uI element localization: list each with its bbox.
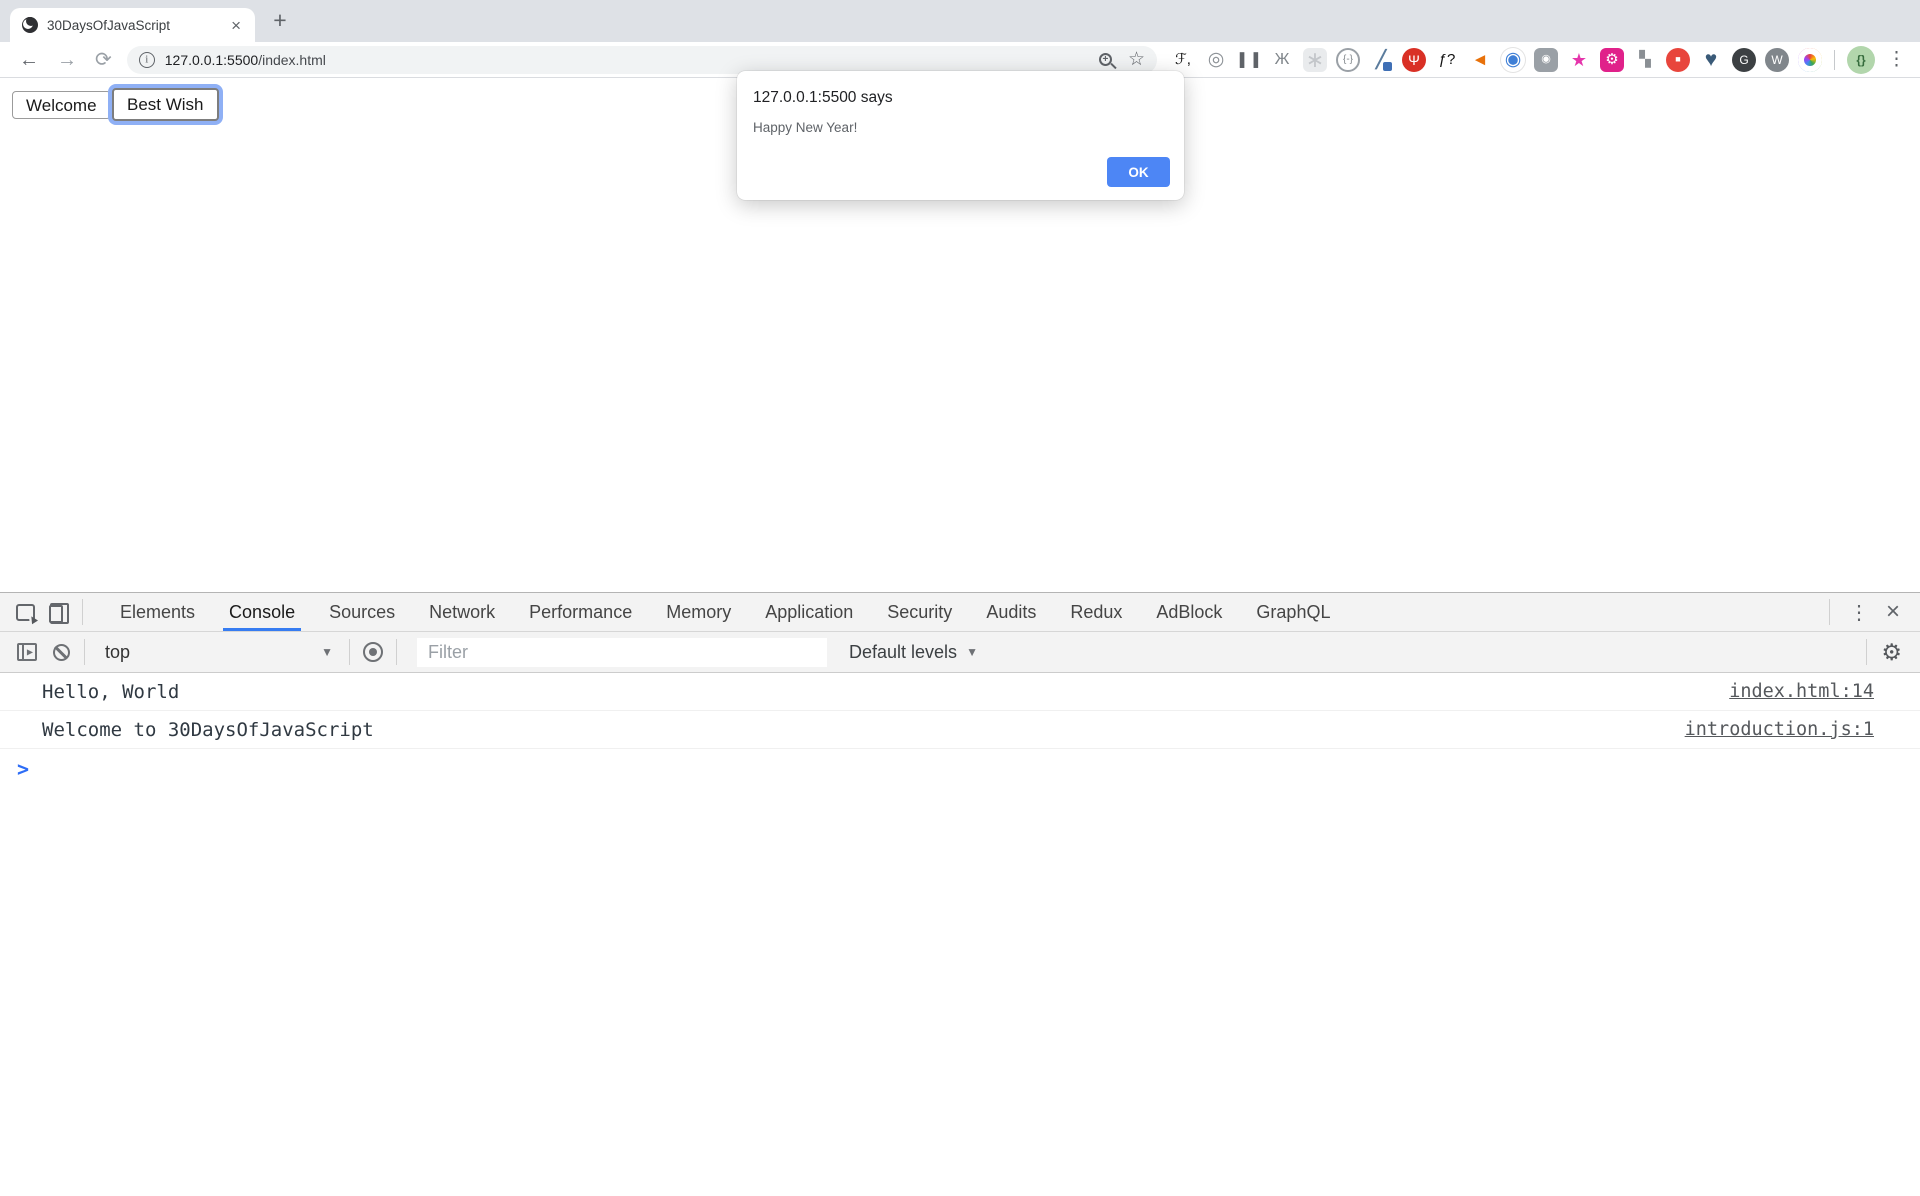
bookmark-star-icon[interactable]: ☆ bbox=[1128, 50, 1145, 69]
devtools-tab-graphql[interactable]: GraphQL bbox=[1239, 593, 1347, 631]
console-prompt[interactable]: > bbox=[0, 749, 1920, 789]
address-bar[interactable]: 127.0.0.1:5500/index.html ☆ bbox=[127, 46, 1157, 74]
profile-avatar[interactable]: {} bbox=[1847, 46, 1875, 74]
console-toolbar-divider bbox=[84, 639, 85, 665]
console-source-link[interactable]: index.html:14 bbox=[1729, 681, 1874, 702]
devtools-tab-application[interactable]: Application bbox=[748, 593, 870, 631]
f-question-icon[interactable]: ƒ? bbox=[1435, 48, 1459, 72]
device-toolbar-icon[interactable] bbox=[42, 597, 76, 627]
blue-sphere-icon[interactable]: ◉ bbox=[1501, 48, 1525, 72]
devtools-tab-sources[interactable]: Sources bbox=[312, 593, 412, 631]
execution-context-selector[interactable]: top ▼ bbox=[95, 632, 343, 672]
script-f-icon[interactable]: ℱ, bbox=[1171, 48, 1195, 72]
devtools-tab-console[interactable]: Console bbox=[212, 593, 312, 631]
rainbow-ring-icon[interactable] bbox=[1798, 48, 1822, 72]
pink-gear-icon[interactable]: ⚙ bbox=[1600, 48, 1624, 72]
heart-search-icon[interactable]: ♥ bbox=[1699, 48, 1723, 72]
site-info-icon[interactable] bbox=[139, 52, 155, 68]
devtools-tab-network[interactable]: Network bbox=[412, 593, 512, 631]
stop-hand-icon[interactable]: Ψ bbox=[1402, 48, 1426, 72]
new-tab-button[interactable]: + bbox=[266, 6, 294, 34]
log-levels-value: Default levels bbox=[849, 642, 957, 663]
console-message-text: Welcome to 30DaysOfJavaScript bbox=[42, 719, 1685, 741]
devtools-tab-security[interactable]: Security bbox=[870, 593, 969, 631]
blocks-icon[interactable]: ▚ bbox=[1633, 48, 1657, 72]
w-circle-icon[interactable]: W bbox=[1765, 48, 1789, 72]
console-toolbar-divider bbox=[1866, 639, 1867, 665]
bug-icon[interactable]: Ж bbox=[1270, 48, 1294, 72]
eyedropper-icon[interactable]: ╱ bbox=[1369, 48, 1393, 72]
console-message-row: Welcome to 30DaysOfJavaScript introducti… bbox=[0, 711, 1920, 749]
browser-menu-icon[interactable]: ⋮ bbox=[1887, 48, 1906, 71]
tab-title: 30DaysOfJavaScript bbox=[47, 18, 229, 33]
console-prompt-chevron-icon: > bbox=[17, 757, 29, 781]
live-expression-eye-icon[interactable] bbox=[356, 637, 390, 667]
devtools-tabs: Elements Console Sources Network Perform… bbox=[103, 593, 1347, 631]
megaphone-icon[interactable]: ◄ bbox=[1468, 48, 1492, 72]
browser-tab-strip: 30DaysOfJavaScript × + bbox=[0, 0, 1920, 42]
console-messages: Hello, World index.html:14 Welcome to 30… bbox=[0, 673, 1920, 749]
alert-ok-button[interactable]: OK bbox=[1107, 157, 1170, 187]
url-path: /index.html bbox=[258, 52, 326, 68]
extension-icons: ℱ, ◎ ▌▐ Ж ∗ {-} ╱ Ψ ƒ? ◄ ◉ ◉ ★ ⚙ ▚ bbox=[1171, 48, 1822, 72]
devtools-tab-audits[interactable]: Audits bbox=[969, 593, 1053, 631]
console-message-text: Hello, World bbox=[42, 681, 1729, 703]
inspect-element-icon[interactable] bbox=[8, 597, 42, 627]
red-dot-icon[interactable]: ■ bbox=[1666, 48, 1690, 72]
devtools-tab-redux[interactable]: Redux bbox=[1053, 593, 1139, 631]
clear-console-icon[interactable] bbox=[44, 637, 78, 667]
forward-icon[interactable]: → bbox=[57, 50, 77, 70]
flower-icon[interactable]: ∗ bbox=[1303, 48, 1327, 72]
welcome-button[interactable]: Welcome bbox=[12, 91, 111, 119]
split-bars-icon[interactable]: ▌▐ bbox=[1237, 48, 1261, 72]
console-filter-input[interactable] bbox=[417, 638, 827, 667]
devtools-tab-bar: Elements Console Sources Network Perform… bbox=[0, 593, 1920, 632]
orbit-icon[interactable]: ◎ bbox=[1204, 48, 1228, 72]
log-levels-selector[interactable]: Default levels ▼ bbox=[849, 642, 978, 663]
devtools-menu-icon[interactable]: ⋮ bbox=[1836, 600, 1882, 625]
toolbar-divider bbox=[1834, 50, 1835, 70]
chevron-down-icon: ▼ bbox=[321, 645, 333, 659]
chevron-down-icon: ▼ bbox=[966, 645, 978, 659]
braces-icon[interactable]: {-} bbox=[1336, 48, 1360, 72]
gauge-icon[interactable]: G bbox=[1732, 48, 1756, 72]
best-wish-button[interactable]: Best Wish bbox=[112, 88, 219, 121]
url-host: 127.0.0.1:5500 bbox=[165, 52, 258, 68]
devtools-tab-memory[interactable]: Memory bbox=[649, 593, 748, 631]
alert-dialog-message: Happy New Year! bbox=[753, 120, 1168, 135]
console-toolbar: top ▼ Default levels ▼ ⚙ bbox=[0, 632, 1920, 673]
devtools-close-icon[interactable]: × bbox=[1882, 600, 1912, 624]
tab-favicon-globe-icon bbox=[22, 17, 38, 33]
console-toolbar-divider bbox=[349, 639, 350, 665]
console-message-row: Hello, World index.html:14 bbox=[0, 673, 1920, 711]
zoom-indicator-icon[interactable] bbox=[1099, 53, 1112, 66]
back-icon[interactable]: ← bbox=[19, 50, 39, 70]
devtools-tab-adblock[interactable]: AdBlock bbox=[1139, 593, 1239, 631]
tab-close-icon[interactable]: × bbox=[229, 15, 243, 36]
camera-icon[interactable]: ◉ bbox=[1534, 48, 1558, 72]
alert-dialog-title: 127.0.0.1:5500 says bbox=[753, 89, 1168, 107]
console-settings-gear-icon[interactable]: ⚙ bbox=[1873, 641, 1910, 664]
devtools-tab-elements[interactable]: Elements bbox=[103, 593, 212, 631]
devtools-divider bbox=[82, 599, 83, 625]
console-toolbar-divider bbox=[396, 639, 397, 665]
devtools-panel: Elements Console Sources Network Perform… bbox=[0, 592, 1920, 1196]
context-selected-value: top bbox=[105, 642, 130, 663]
devtools-divider bbox=[1829, 599, 1830, 625]
reload-icon[interactable]: ⟳ bbox=[95, 50, 112, 70]
browser-tab[interactable]: 30DaysOfJavaScript × bbox=[10, 8, 255, 42]
console-source-link[interactable]: introduction.js:1 bbox=[1685, 719, 1874, 740]
pink-star-icon[interactable]: ★ bbox=[1567, 48, 1591, 72]
url-text: 127.0.0.1:5500/index.html bbox=[165, 52, 326, 68]
console-sidebar-toggle-icon[interactable] bbox=[10, 637, 44, 667]
alert-dialog: 127.0.0.1:5500 says Happy New Year! OK bbox=[737, 71, 1184, 200]
devtools-tab-performance[interactable]: Performance bbox=[512, 593, 649, 631]
